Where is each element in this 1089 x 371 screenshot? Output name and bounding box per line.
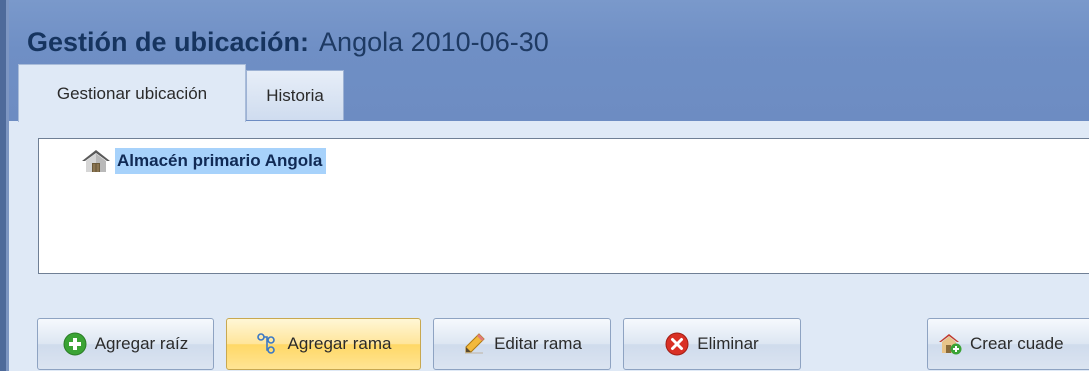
tab-manage-location[interactable]: Gestionar ubicación <box>18 64 246 122</box>
tab-history-label: Historia <box>266 85 324 105</box>
tab-manage-location-label: Gestionar ubicación <box>56 83 208 103</box>
tree-node-label: Almacén primario Angola <box>115 148 327 174</box>
create-label: Crear cuade <box>970 334 1064 353</box>
add-branch-button[interactable]: Agregar rama <box>226 318 421 370</box>
create-button[interactable]: Crear cuade <box>927 318 1089 370</box>
location-management-window: Gestión de ubicación: Angola 2010-06-30 G… <box>0 0 1089 371</box>
add-root-button[interactable]: Agregar raíz <box>37 318 214 370</box>
tab-history[interactable]: Historia <box>246 70 344 120</box>
pencil-icon <box>465 333 485 354</box>
delete-button[interactable]: Eliminar <box>623 318 801 370</box>
warehouse-icon <box>82 150 110 172</box>
edit-branch-label: Editar rama <box>494 334 582 353</box>
page-title: Gestión de ubicación: Angola 2010-06-30 <box>27 22 549 62</box>
plus-circle-icon <box>63 332 87 356</box>
branch-icon <box>256 333 275 354</box>
page-title-value: Angola 2010-06-30 <box>319 27 549 57</box>
edit-branch-button[interactable]: Editar rama <box>433 318 611 370</box>
tree-node-primary-warehouse[interactable]: Almacén primario Angola <box>81 146 327 176</box>
location-tree[interactable]: Almacén primario Angola <box>38 138 1089 274</box>
add-warehouse-icon <box>939 334 962 355</box>
add-branch-label: Agregar rama <box>287 334 392 353</box>
page-title-label: Gestión de ubicación: <box>27 27 310 57</box>
delete-label: Eliminar <box>697 334 759 353</box>
delete-circle-icon <box>665 332 689 356</box>
add-root-label: Agregar raíz <box>94 334 189 353</box>
